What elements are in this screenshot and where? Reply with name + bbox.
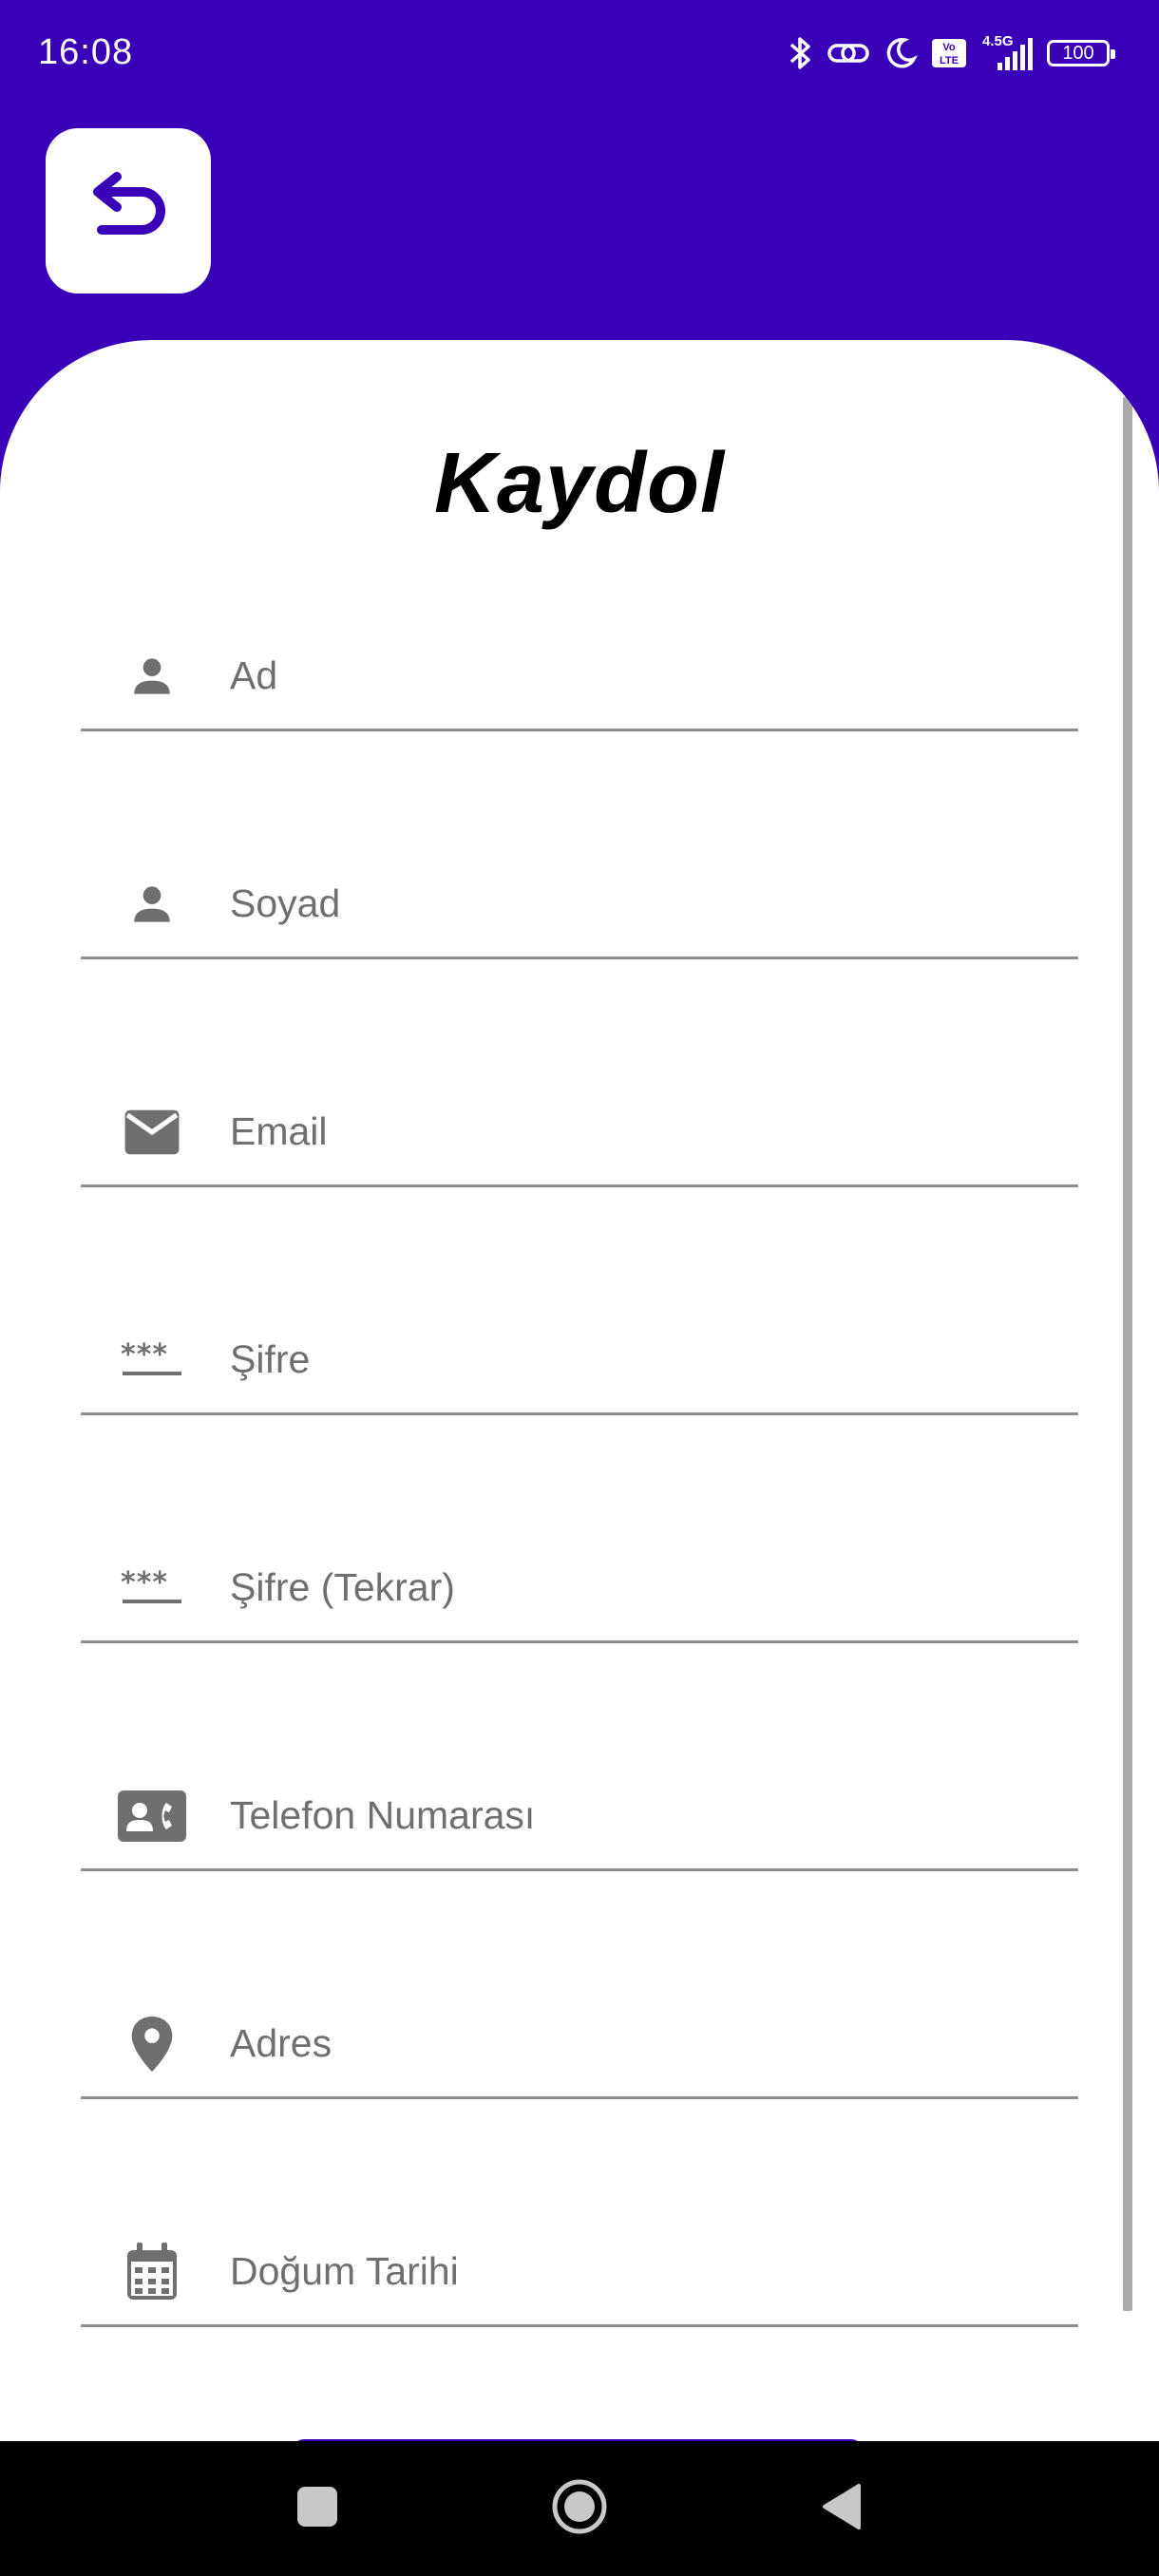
password-placeholder: Şifre [230, 1337, 311, 1381]
home-circle-icon [550, 2477, 609, 2541]
link-icon [826, 36, 870, 70]
phone-field[interactable]: Telefon Numarası [81, 1757, 1078, 1871]
network-type-label: 4.5G [982, 33, 1014, 49]
navigation-bar [0, 2441, 1159, 2576]
address-field[interactable]: Adres [81, 1985, 1078, 2099]
calendar-icon [114, 2242, 190, 2302]
last-name-field[interactable]: Soyad [81, 845, 1078, 959]
password-field[interactable]: *** Şifre [81, 1301, 1078, 1415]
contact-phone-icon [114, 1786, 190, 1847]
square-icon [295, 2485, 339, 2533]
undo-arrow-icon [83, 171, 174, 252]
svg-text:LTE: LTE [940, 55, 959, 66]
location-pin-icon [114, 2014, 190, 2074]
back-button[interactable] [46, 128, 211, 294]
password-repeat-placeholder: Şifre (Tekrar) [230, 1565, 455, 1609]
page-title: Kaydol [433, 436, 726, 531]
phone-placeholder: Telefon Numarası [230, 1793, 536, 1837]
status-icons: Vo LTE 4.5G 100 [788, 27, 1115, 80]
password-icon: *** [114, 1330, 190, 1391]
first-name-field[interactable]: Ad [81, 617, 1078, 731]
moon-icon [884, 36, 918, 70]
person-icon [114, 874, 190, 935]
first-name-placeholder: Ad [230, 653, 278, 697]
signal-icon: 4.5G [980, 32, 1034, 74]
signup-card: Kaydol Ad Soyad Email *** Şifre *** Şifr… [0, 340, 1159, 2449]
scrollbar[interactable] [1123, 397, 1132, 2311]
home-button[interactable] [532, 2441, 627, 2576]
email-icon [114, 1102, 190, 1163]
svg-text:Vo: Vo [942, 42, 956, 53]
address-placeholder: Adres [230, 2021, 332, 2065]
triangle-back-icon [819, 2482, 864, 2536]
status-time: 16:08 [38, 32, 134, 72]
password-icon: *** [114, 1558, 190, 1619]
birth-date-placeholder: Doğum Tarihi [230, 2249, 459, 2293]
svg-text:***: *** [121, 1339, 168, 1372]
email-placeholder: Email [230, 1109, 328, 1153]
person-icon [114, 646, 190, 707]
recents-button[interactable] [270, 2441, 365, 2576]
email-field[interactable]: Email [81, 1073, 1078, 1187]
back-nav-button[interactable] [794, 2441, 889, 2576]
battery-icon: 100 [1047, 40, 1115, 66]
birth-date-field[interactable]: Doğum Tarihi [81, 2213, 1078, 2327]
volte-icon: Vo LTE [931, 37, 967, 69]
status-bar: 16:08 Vo LTE 4.5G 100 [0, 0, 1159, 104]
svg-text:***: *** [121, 1567, 168, 1600]
bluetooth-icon [788, 34, 813, 72]
password-repeat-field[interactable]: *** Şifre (Tekrar) [81, 1529, 1078, 1643]
last-name-placeholder: Soyad [230, 881, 341, 925]
